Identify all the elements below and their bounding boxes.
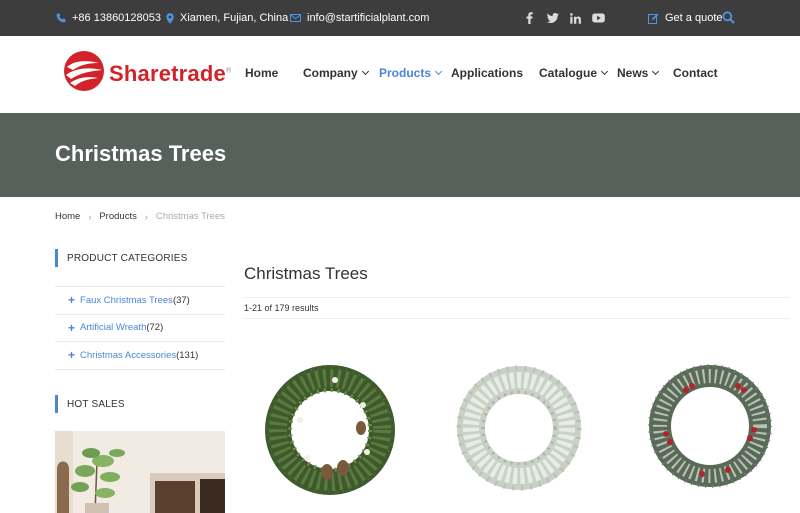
breadcrumb-home[interactable]: Home	[55, 211, 80, 222]
product-image-green-wreath[interactable]	[255, 360, 405, 500]
page-banner: Christmas Trees	[0, 113, 800, 197]
nav-catalogue[interactable]: Catalogue	[539, 66, 609, 80]
linkedin-icon[interactable]	[564, 12, 587, 24]
email-contact[interactable]: info@startificialplant.com	[290, 0, 429, 36]
nav-company-label: Company	[303, 66, 358, 80]
product-image-berry-wreath[interactable]	[638, 360, 788, 500]
chevron-down-icon	[434, 67, 443, 76]
phone-text: +86 13860128053	[72, 12, 162, 24]
nav-applications[interactable]: Applications	[451, 66, 523, 80]
nav-applications-label: Applications	[451, 66, 524, 80]
plus-icon[interactable]: +	[68, 348, 75, 362]
twitter-icon[interactable]	[541, 13, 564, 23]
get-quote-label: Get a quote	[665, 12, 723, 24]
chevron-right-icon: ›	[144, 211, 148, 222]
nav-news[interactable]: News	[617, 66, 660, 80]
social-links	[518, 0, 610, 36]
page-title: Christmas Trees	[55, 141, 227, 166]
brand-name: Sharetrade®	[109, 61, 231, 87]
plus-icon[interactable]: +	[68, 293, 75, 307]
nav-contact-label: Contact	[673, 66, 718, 80]
breadcrumb: Home › Products › Christmas Trees	[55, 211, 225, 222]
chevron-down-icon	[600, 67, 609, 76]
breadcrumb-products[interactable]: Products	[99, 211, 137, 222]
search-icon[interactable]	[722, 11, 736, 25]
nav-home[interactable]: Home	[245, 66, 278, 80]
category-item[interactable]: + Artificial Wreath (72)	[55, 315, 225, 342]
nav-company[interactable]: Company	[303, 66, 369, 80]
product-card[interactable]	[638, 360, 788, 500]
nav-products[interactable]: Products	[379, 66, 443, 80]
hot-sale-product-image[interactable]	[55, 431, 225, 513]
category-count: (72)	[146, 322, 164, 334]
category-count: (37)	[172, 294, 190, 306]
envelope-icon	[290, 14, 301, 22]
phone-contact[interactable]: +86 13860128053	[56, 0, 161, 36]
product-image-frosted-wreath[interactable]	[447, 360, 597, 500]
product-categories-heading: PRODUCT CATEGORIES	[55, 249, 187, 267]
results-count: 1-21 of 179 results	[244, 297, 790, 319]
map-pin-icon	[166, 12, 174, 24]
site-header: Sharetrade® Home Company Products Applic…	[0, 36, 800, 113]
top-bar: +86 13860128053 Xiamen, Fujian, China in…	[0, 0, 800, 36]
nav-catalogue-label: Catalogue	[539, 66, 598, 80]
nav-news-label: News	[617, 66, 649, 80]
product-card[interactable]	[447, 360, 597, 500]
brand-logo[interactable]: Sharetrade®	[63, 50, 231, 97]
phone-icon	[56, 13, 66, 23]
category-link[interactable]: Artificial Wreath	[80, 322, 146, 333]
product-card[interactable]	[255, 360, 405, 500]
brand-name-text: Sharetrade	[109, 60, 226, 86]
plus-icon[interactable]: +	[68, 321, 75, 335]
nav-products-label: Products	[379, 66, 432, 80]
breadcrumb-current: Christmas Trees	[155, 211, 225, 222]
edit-icon	[648, 13, 659, 24]
get-quote-link[interactable]: Get a quote	[648, 0, 723, 36]
results-count-text: 1-21 of 179 results	[244, 303, 319, 313]
category-link[interactable]: Christmas Accessories	[80, 350, 176, 361]
facebook-icon[interactable]	[518, 12, 541, 24]
youtube-icon[interactable]	[587, 13, 610, 23]
category-item[interactable]: + Faux Christmas Trees (37)	[55, 287, 225, 315]
section-title: Christmas Trees	[244, 264, 368, 283]
location-contact: Xiamen, Fujian, China	[166, 0, 288, 36]
chevron-right-icon: ›	[88, 211, 92, 222]
category-count: (131)	[176, 349, 199, 361]
category-item[interactable]: + Christmas Accessories (131)	[55, 342, 225, 370]
location-text: Xiamen, Fujian, China	[180, 12, 289, 24]
hot-sales-heading: HOT SALES	[55, 395, 125, 413]
chevron-down-icon	[652, 67, 660, 76]
nav-contact[interactable]: Contact	[673, 66, 718, 80]
brand-reg-mark: ®	[225, 67, 232, 75]
logo-swoosh-icon	[63, 50, 105, 97]
nav-home-label: Home	[245, 66, 279, 80]
category-list: + Faux Christmas Trees (37) + Artificial…	[55, 286, 225, 370]
email-text: info@startificialplant.com	[307, 12, 430, 24]
category-link[interactable]: Faux Christmas Trees	[80, 295, 173, 306]
chevron-down-icon	[361, 67, 369, 76]
